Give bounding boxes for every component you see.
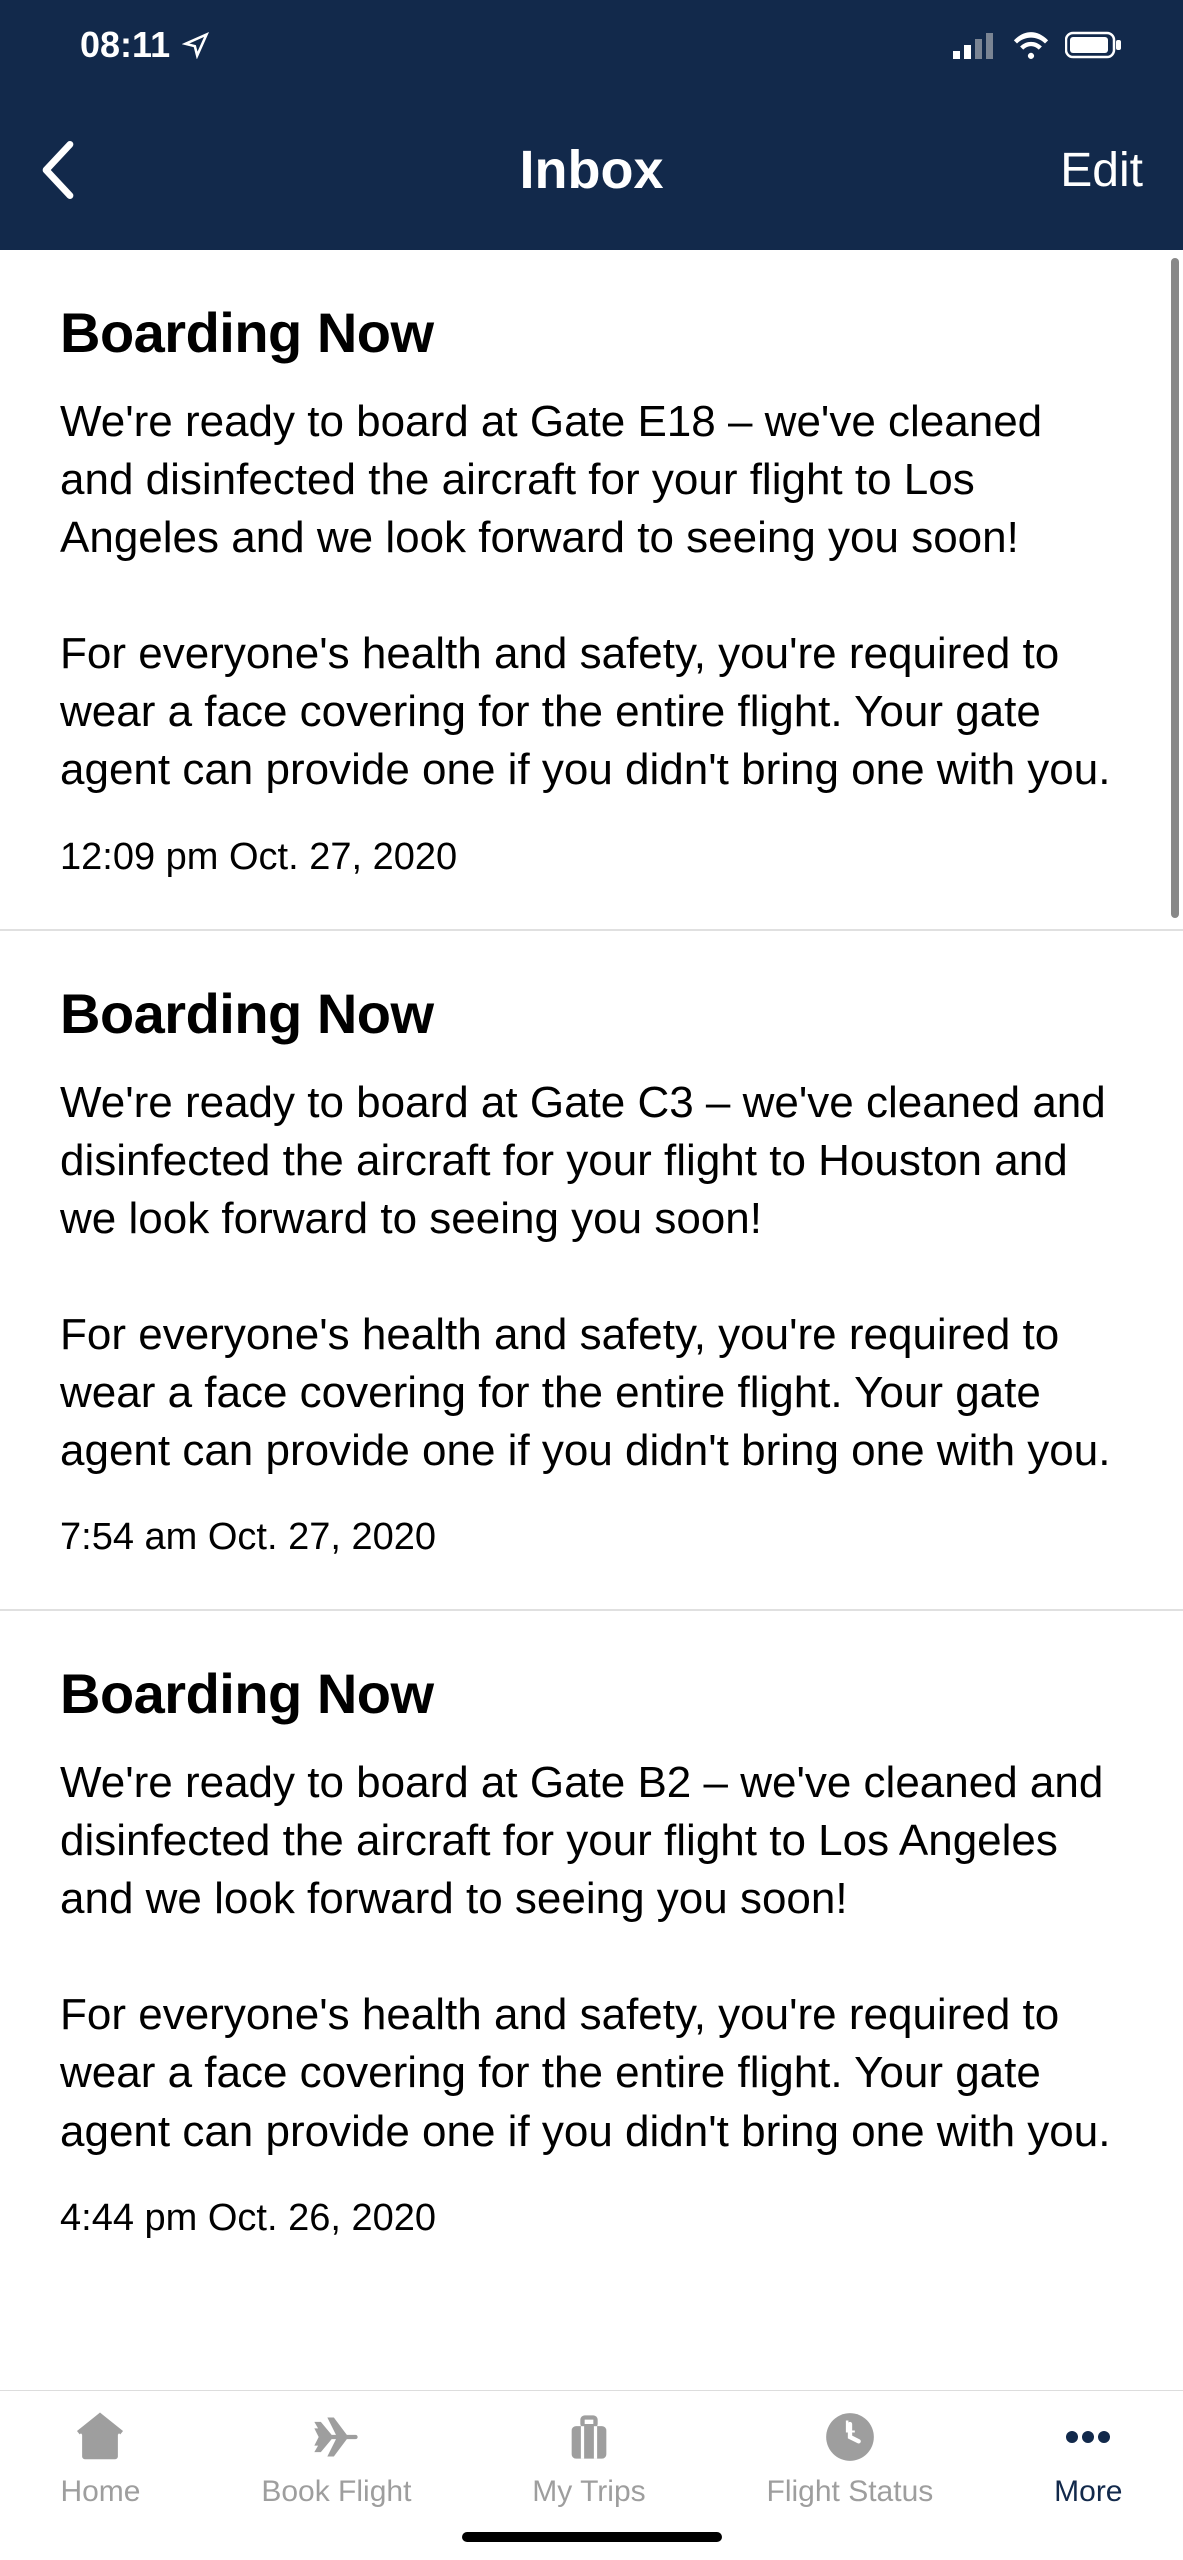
message-timestamp: 4:44 pm Oct. 26, 2020	[60, 2197, 1123, 2240]
wifi-icon	[1011, 31, 1051, 59]
tab-flight-status[interactable]: L Flight Status	[767, 2409, 934, 2509]
location-arrow-icon	[182, 31, 210, 59]
inbox-message[interactable]: Boarding Now We're ready to board at Gate…	[0, 931, 1183, 1612]
message-body: We're ready to board at Gate B2 – we've …	[60, 1754, 1123, 2161]
more-icon	[1056, 2409, 1120, 2465]
back-button[interactable]	[40, 141, 100, 199]
plane-icon	[304, 2409, 368, 2465]
edit-button[interactable]: Edit	[1060, 143, 1143, 198]
nav-bar: Inbox Edit	[0, 90, 1183, 250]
status-indicators	[953, 31, 1123, 59]
tab-home[interactable]: Home	[60, 2409, 140, 2509]
inbox-message[interactable]: Boarding Now We're ready to board at Gate…	[0, 250, 1183, 931]
cellular-signal-icon	[953, 31, 997, 59]
inbox-message[interactable]: Boarding Now We're ready to board at Gate…	[0, 1611, 1183, 2290]
status-time: 08:11	[80, 24, 170, 66]
status-time-area: 08:11	[80, 24, 210, 66]
message-title: Boarding Now	[60, 981, 1123, 1046]
message-title: Boarding Now	[60, 300, 1123, 365]
clock-icon: L	[818, 2409, 882, 2465]
tab-book-flight[interactable]: Book Flight	[261, 2409, 411, 2509]
battery-icon	[1065, 31, 1123, 59]
home-indicator[interactable]	[462, 2532, 722, 2542]
status-bar: 08:11	[0, 0, 1183, 90]
tab-bar: Home Book Flight My Trips L Flight Statu…	[0, 2390, 1183, 2560]
tab-label: Home	[60, 2475, 140, 2509]
home-icon	[68, 2409, 132, 2465]
message-body: We're ready to board at Gate C3 – we've …	[60, 1074, 1123, 1481]
inbox-content[interactable]: Boarding Now We're ready to board at Gate…	[0, 250, 1183, 2390]
luggage-icon	[557, 2409, 621, 2465]
svg-text:L: L	[845, 2417, 856, 2437]
page-title: Inbox	[520, 139, 664, 201]
message-body: We're ready to board at Gate E18 – we've…	[60, 393, 1123, 800]
tab-my-trips[interactable]: My Trips	[532, 2409, 645, 2509]
tab-label: More	[1054, 2475, 1122, 2509]
scroll-indicator	[1171, 258, 1179, 918]
tab-label: My Trips	[532, 2475, 645, 2509]
message-title: Boarding Now	[60, 1661, 1123, 1726]
tab-label: Book Flight	[261, 2475, 411, 2509]
message-timestamp: 12:09 pm Oct. 27, 2020	[60, 836, 1123, 879]
tab-label: Flight Status	[767, 2475, 934, 2509]
tab-more[interactable]: More	[1054, 2409, 1122, 2509]
message-timestamp: 7:54 am Oct. 27, 2020	[60, 1516, 1123, 1559]
